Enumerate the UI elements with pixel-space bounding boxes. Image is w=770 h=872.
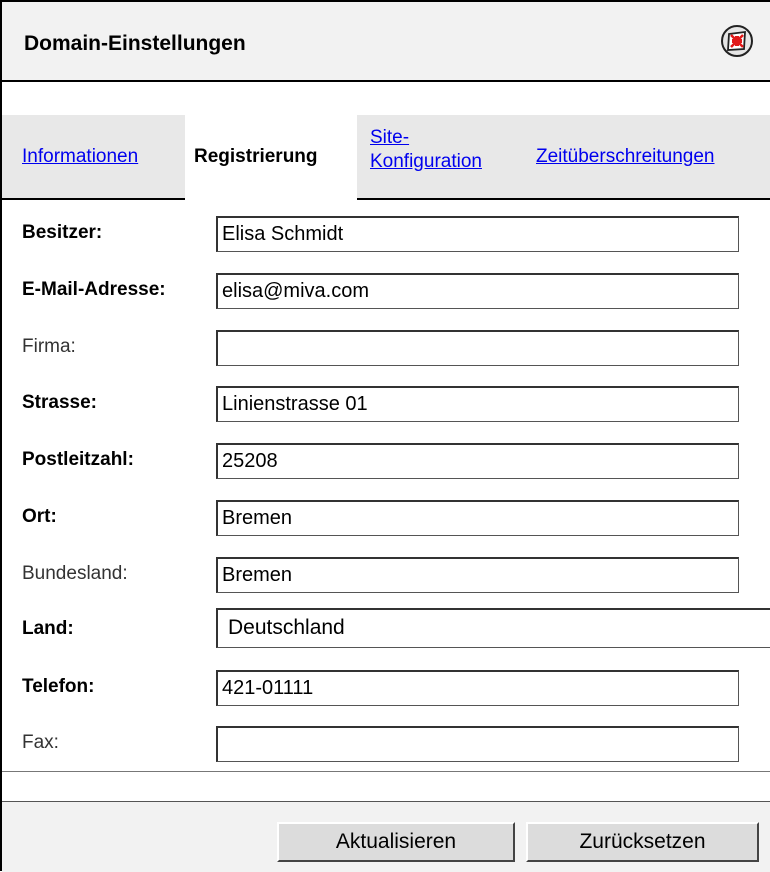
row-company: Firma:: [2, 320, 770, 376]
row-state: Bundesland:: [2, 547, 770, 603]
separator-band: [2, 771, 770, 802]
phone-label: Telefon:: [22, 676, 95, 697]
fax-label: Fax:: [22, 732, 59, 753]
city-field[interactable]: [216, 500, 739, 536]
country-select[interactable]: Deutschland: [216, 608, 770, 648]
country-label: Land:: [22, 618, 74, 639]
row-country: Land: Deutschland: [2, 602, 770, 658]
tab-label-line2[interactable]: Konfiguration: [370, 151, 482, 172]
row-zip: Postleitzahl:: [2, 433, 770, 489]
company-label: Firma:: [22, 336, 76, 357]
zip-label: Postleitzahl:: [22, 449, 134, 470]
city-label: Ort:: [22, 506, 57, 527]
row-city: Ort:: [2, 490, 770, 546]
reset-button[interactable]: Zurücksetzen: [526, 822, 759, 862]
tab-label[interactable]: Zeitüberschreitungen: [536, 146, 715, 167]
street-field[interactable]: [216, 386, 739, 422]
update-button[interactable]: Aktualisieren: [277, 822, 515, 862]
row-street: Strasse:: [2, 376, 770, 432]
dialog-title: Domain-Einstellungen: [24, 32, 246, 55]
tab-label[interactable]: Informationen: [22, 146, 138, 167]
owner-field[interactable]: [216, 216, 739, 252]
zip-field[interactable]: [216, 443, 739, 479]
tab-registrierung[interactable]: Registrierung: [194, 146, 318, 168]
company-field[interactable]: [216, 330, 739, 366]
tab-bar: Informationen Registrierung Site- Konfig…: [2, 115, 770, 200]
row-fax: Fax:: [2, 716, 770, 772]
row-email: E-Mail-Adresse:: [2, 263, 770, 319]
row-phone: Telefon:: [2, 660, 770, 716]
state-field[interactable]: [216, 557, 739, 593]
tab-zeitueberschreitungen[interactable]: Zeitüberschreitungen: [536, 146, 715, 168]
title-bar: Domain-Einstellungen: [2, 2, 770, 82]
state-label: Bundesland:: [22, 563, 128, 584]
street-label: Strasse:: [22, 392, 97, 413]
tab-informationen[interactable]: Informationen: [22, 146, 138, 168]
tab-label-line1[interactable]: Site-: [370, 127, 409, 148]
email-field[interactable]: [216, 273, 739, 309]
tab-site-konfiguration[interactable]: Site- Konfiguration: [370, 126, 482, 174]
fax-field[interactable]: [216, 726, 739, 762]
email-label: E-Mail-Adresse:: [22, 279, 166, 300]
owner-label: Besitzer:: [22, 222, 103, 243]
row-owner: Besitzer:: [2, 206, 770, 262]
close-icon[interactable]: [720, 24, 754, 58]
button-bar: Aktualisieren Zurücksetzen: [2, 801, 770, 872]
phone-field[interactable]: [216, 670, 739, 706]
